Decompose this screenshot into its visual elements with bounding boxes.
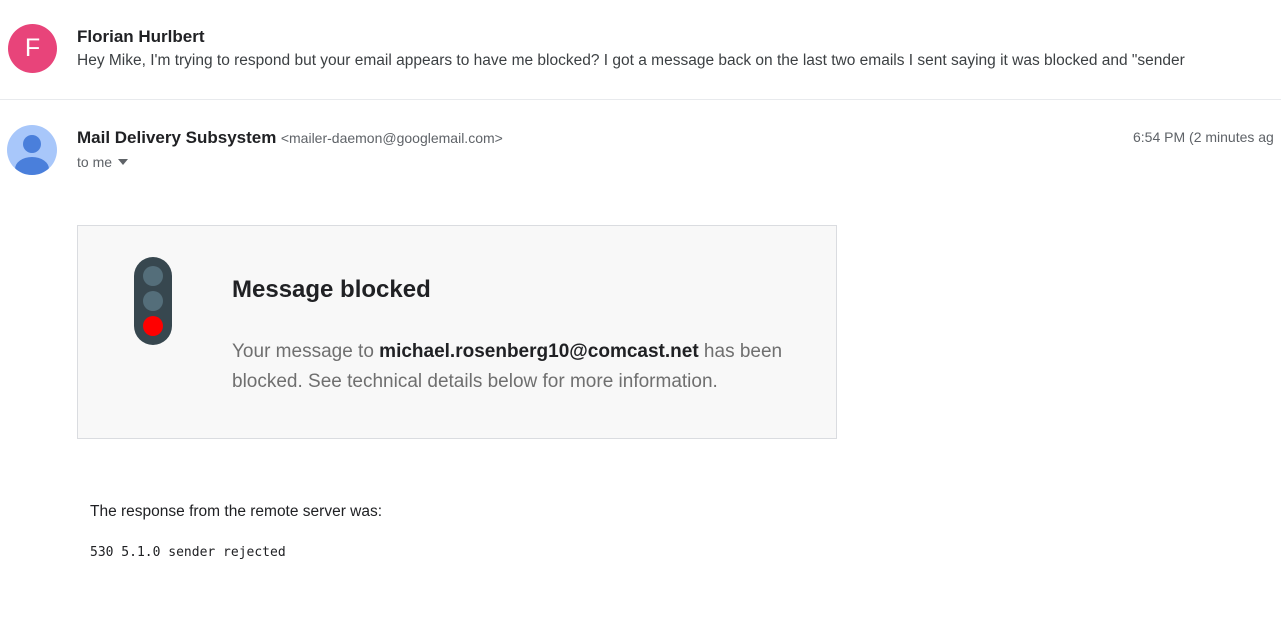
sender-avatar[interactable]: F xyxy=(8,24,57,73)
person-icon xyxy=(15,135,49,175)
sender-email: <mailer-daemon@googlemail.com> xyxy=(280,130,503,146)
recipient-address: michael.rosenberg10@comcast.net xyxy=(379,341,699,362)
message-header: Mail Delivery Subsystem <mailer-daemon@g… xyxy=(0,100,1281,190)
recipient-details-toggle[interactable]: to me xyxy=(77,154,129,170)
sender-name: Mail Delivery Subsystem xyxy=(77,128,277,147)
message-snippet: Hey Mike, I'm trying to respond but your… xyxy=(77,52,1185,69)
notice-body-prefix: Your message to xyxy=(232,341,380,362)
sender-line: Mail Delivery Subsystem <mailer-daemon@g… xyxy=(77,128,503,148)
message-timestamp: 6:54 PM (2 minutes ag xyxy=(1133,129,1274,145)
response-label: The response from the remote server was: xyxy=(90,503,383,520)
traffic-light-icon xyxy=(134,257,172,345)
collapsed-thread-message[interactable]: F Florian Hurlbert Hey Mike, I'm trying … xyxy=(0,0,1281,100)
server-response-code: 530 5.1.0 sender rejected xyxy=(90,545,286,560)
recipient-label: to me xyxy=(77,154,113,170)
notice-card: Message blocked Your message to michael.… xyxy=(77,225,837,439)
notice-title: Message blocked xyxy=(232,276,431,303)
avatar[interactable] xyxy=(7,125,57,175)
caret-down-icon xyxy=(118,159,129,165)
notice-body: Your message to michael.rosenberg10@comc… xyxy=(232,337,812,397)
avatar-letter: F xyxy=(24,34,41,62)
sender-name: Florian Hurlbert xyxy=(77,27,205,46)
